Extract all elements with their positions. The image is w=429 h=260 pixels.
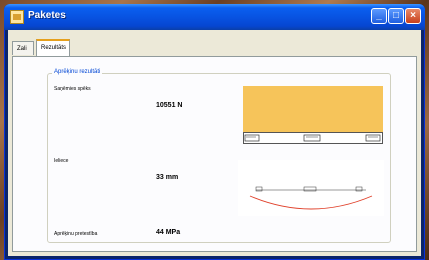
app-window: Paketes _ □ × Zali Rezultāts Aprēķinu re… — [4, 4, 425, 260]
results-tab-panel: Aprēķinu rezultāti Saņēmies spēks 10551 … — [12, 56, 417, 252]
window-client-area: Zali Rezultāts Aprēķinu rezultāti Saņēmi… — [8, 30, 421, 256]
results-group: Aprēķinu rezultāti Saņēmies spēks 10551 … — [47, 69, 391, 243]
deflection-value: 33 mm — [156, 174, 179, 181]
deflection-label: Ieliece — [54, 158, 69, 164]
results-group-title: Aprēķinu rezultāti — [52, 69, 103, 75]
tab-inputs[interactable]: Zali — [12, 41, 34, 55]
window-title: Paketes — [28, 10, 66, 21]
deflection-curve — [249, 186, 373, 210]
tab-results[interactable]: Rezultāts — [36, 39, 70, 56]
stress-label: Aprēķinu pretestība — [54, 231, 98, 237]
beam-section — [243, 132, 383, 144]
beam-supports — [244, 134, 381, 142]
close-icon: × — [410, 10, 416, 21]
close-button[interactable]: × — [405, 8, 421, 24]
minimize-icon: _ — [376, 10, 382, 21]
load-diagram — [243, 86, 383, 144]
minimize-button[interactable]: _ — [371, 8, 387, 24]
force-value: 10551 N — [156, 102, 183, 109]
title-bar[interactable]: Paketes _ □ × — [4, 4, 425, 30]
maximize-button[interactable]: □ — [388, 8, 404, 24]
force-label: Saņēmies spēks — [54, 86, 91, 92]
deflection-diagram — [238, 160, 384, 216]
maximize-icon: □ — [392, 10, 400, 21]
load-area — [243, 86, 383, 132]
app-icon — [10, 10, 24, 24]
stress-value: 44 MPa — [156, 229, 181, 236]
